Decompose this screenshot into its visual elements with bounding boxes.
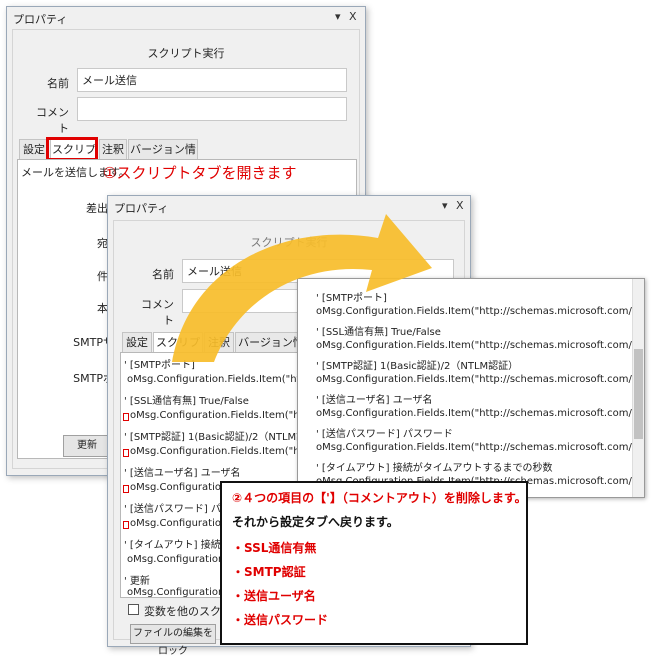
code-line: oMsg.Configuration.Fields.Item("http://s… bbox=[316, 374, 644, 385]
note-line: それから設定タブへ戻ります。 bbox=[232, 515, 399, 529]
partial-label: 本 bbox=[97, 302, 108, 315]
tab-notes[interactable]: 注釈 bbox=[204, 332, 234, 352]
dialog-subtitle: スクリプト実行 bbox=[147, 47, 225, 60]
comment-mark-highlight bbox=[123, 413, 129, 421]
comment-mark-highlight bbox=[123, 449, 129, 457]
script-zoom-panel: ' [SMTPポート] oMsg.Configuration.Fields.It… bbox=[297, 278, 645, 498]
tab-version-info[interactable]: バージョン情報 bbox=[128, 139, 198, 176]
window-title: プロパティ bbox=[13, 13, 68, 26]
comment-mark-highlight bbox=[123, 485, 129, 493]
comment-label: コメント bbox=[36, 106, 69, 135]
dialog-subtitle: スクリプト実行 bbox=[250, 236, 328, 249]
code-line: oMsg.Configuration.Fields.Item("http://s… bbox=[316, 306, 644, 317]
partial-label: SMTPサ bbox=[73, 336, 114, 349]
code-line: ' [送信ユーザ名] ユーザ名 bbox=[316, 395, 433, 406]
partial-label: SMTPポ bbox=[73, 372, 114, 385]
code-line: oMsg.Configuration.Fields.Item("http://s… bbox=[316, 408, 644, 419]
code-line: ' [SMTP認証] 1(Basic認証)/2（NTLM認証） bbox=[316, 361, 519, 372]
code-line: ' [SSL通信有無] True/False bbox=[316, 327, 441, 338]
pin-dropdown-icon[interactable]: ▾ bbox=[335, 10, 341, 23]
code-line: ' [SMTP認証] 1(Basic認証)/2（NTLM認証 bbox=[124, 432, 317, 443]
code-line: oMsg.Configuration.Fields.Item("http://s… bbox=[316, 340, 644, 351]
code-line: ' [SSL通信有無] True/False bbox=[124, 396, 249, 407]
comment-label: コメント bbox=[141, 298, 174, 327]
note-line: ②４つの項目の【'】（コメントアウト）を削除します。 bbox=[232, 491, 527, 505]
code-line: ' [SMTPポート] bbox=[124, 360, 195, 371]
titlebar: プロパティ ▾ X bbox=[7, 7, 365, 29]
code-line: ' [SMTPポート] bbox=[316, 293, 387, 304]
partial-label: 宛 bbox=[97, 237, 108, 250]
script-tab-highlight bbox=[46, 137, 98, 161]
tab-notes[interactable]: 注釈 bbox=[99, 139, 127, 159]
titlebar: プロパティ ▾ X bbox=[108, 196, 470, 218]
name-label: 名前 bbox=[47, 77, 69, 90]
name-label: 名前 bbox=[152, 268, 174, 281]
comment-input[interactable] bbox=[77, 97, 347, 121]
annotation-open-script-tab: ①スクリプトタブを開きます bbox=[103, 164, 297, 182]
close-icon[interactable]: X bbox=[349, 10, 357, 23]
tab-settings[interactable]: 設定 bbox=[19, 139, 49, 159]
tab-script[interactable]: スクリプト bbox=[153, 332, 203, 369]
code-line: ' [タイムアウト] 接続がタイムアウトするまでの秒数 bbox=[316, 463, 553, 474]
code-line: ' [送信パスワード] パスワード bbox=[316, 429, 453, 440]
pin-dropdown-icon[interactable]: ▾ bbox=[442, 199, 448, 212]
partial-label: 件 bbox=[97, 270, 108, 283]
code-line: ' [送信ユーザ名] ユーザ名 bbox=[124, 468, 241, 479]
code-line: oMsg.Configuration.Fields.Item("http://s… bbox=[316, 442, 644, 453]
note-line: ・SMTP認証 bbox=[232, 565, 306, 579]
lock-file-edit-button[interactable]: ファイルの編集をロック bbox=[130, 624, 216, 657]
window-title: プロパティ bbox=[114, 202, 169, 215]
instruction-note: ②４つの項目の【'】（コメントアウト）を削除します。 それから設定タブへ戻ります… bbox=[220, 481, 528, 645]
vertical-scrollbar[interactable] bbox=[632, 279, 644, 497]
note-line: ・SSL通信有無 bbox=[232, 541, 317, 555]
name-input[interactable]: メール送信 bbox=[77, 68, 347, 92]
code-line: ' 更新 bbox=[124, 576, 150, 587]
checkbox[interactable] bbox=[128, 604, 139, 615]
update-button[interactable]: 更新 bbox=[63, 435, 111, 457]
partial-label: 差出 bbox=[86, 202, 108, 215]
comment-mark-highlight bbox=[123, 521, 129, 529]
note-line: ・送信ユーザ名 bbox=[232, 589, 316, 603]
close-icon[interactable]: X bbox=[456, 199, 464, 212]
scrollbar-thumb[interactable] bbox=[634, 349, 643, 439]
tab-settings[interactable]: 設定 bbox=[122, 332, 152, 352]
note-line: ・送信パスワード bbox=[232, 613, 329, 627]
